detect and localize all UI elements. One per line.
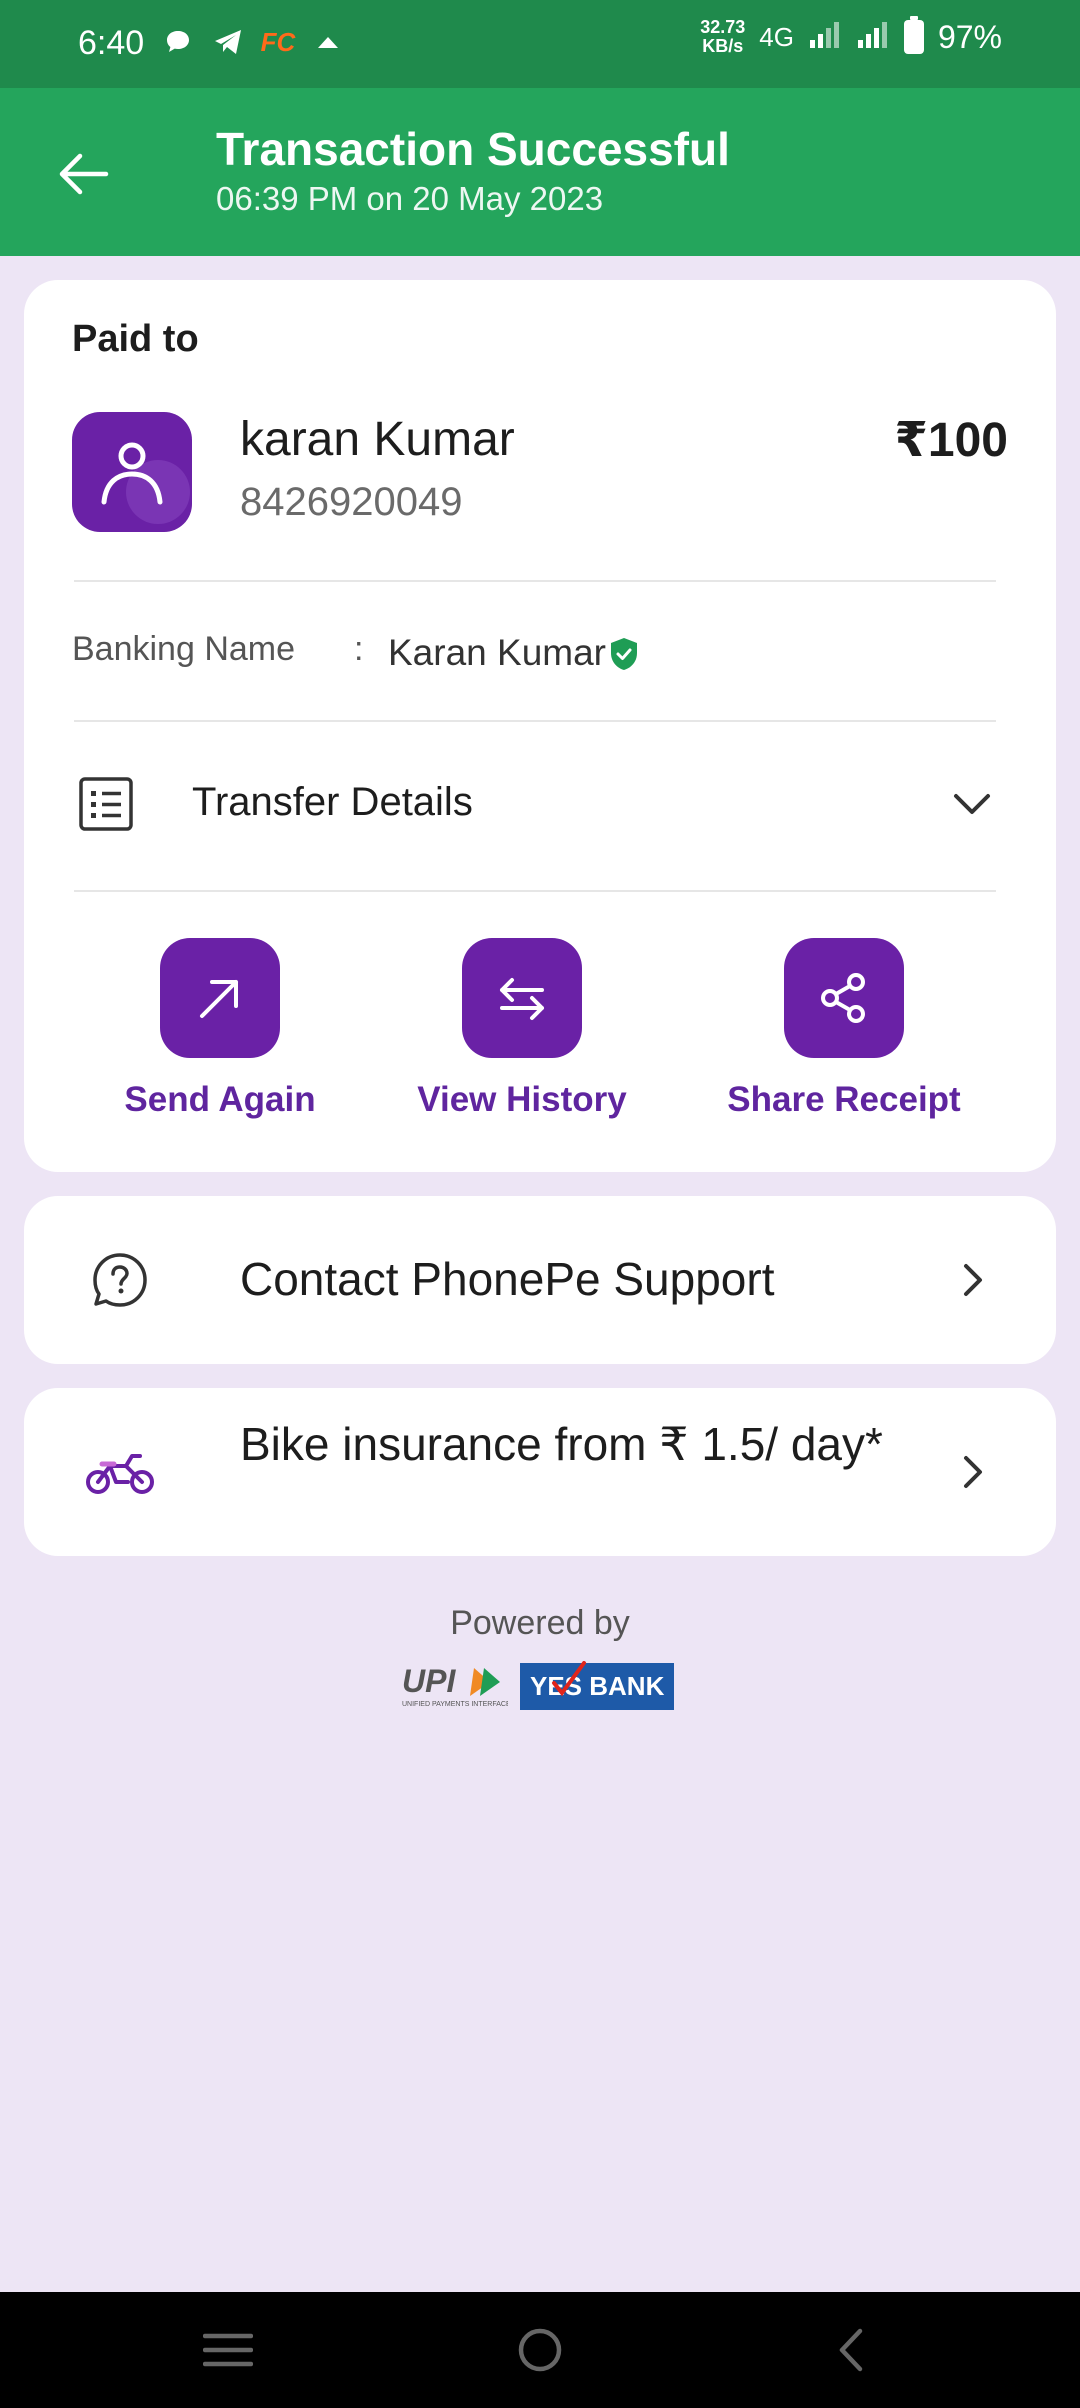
payment-amount: ₹100: [894, 414, 1008, 467]
swap-arrows-icon: [500, 978, 544, 1020]
recents-menu-icon[interactable]: [198, 2322, 258, 2378]
divider: [74, 720, 996, 722]
partner-logos: UPI UNIFIED PAYMENTS INTERFACE YES BANK: [400, 1660, 675, 1710]
powered-by-label: Powered by: [450, 1604, 630, 1642]
banking-name-colon: :: [354, 630, 364, 668]
help-circle-icon: [90, 1250, 150, 1310]
nav-back-icon[interactable]: [820, 2322, 880, 2378]
payee-avatar: [72, 412, 192, 532]
app-header: Transaction Successful 06:39 PM on 20 Ma…: [0, 88, 1080, 256]
notification-icons: FC: [162, 26, 344, 58]
transfer-details-toggle[interactable]: Transfer Details: [192, 780, 473, 825]
bike-icon: [82, 1442, 158, 1502]
view-history-button[interactable]: View History: [392, 938, 652, 1120]
payee-name: karan Kumar: [240, 413, 515, 466]
send-again-icon-button[interactable]: [160, 938, 280, 1058]
upload-arrow-icon: [312, 26, 344, 58]
system-nav-bar: [0, 2292, 1080, 2408]
verified-shield-icon: [608, 636, 640, 672]
contact-support-row[interactable]: Contact PhonePe Support: [24, 1196, 1056, 1364]
svg-text:UPI: UPI: [402, 1663, 456, 1699]
signal-icon: [808, 20, 842, 55]
payee-phone: 8426920049: [240, 480, 463, 524]
view-history-icon-button[interactable]: [462, 938, 582, 1058]
svg-text:UNIFIED PAYMENTS INTERFACE: UNIFIED PAYMENTS INTERFACE: [402, 1701, 508, 1708]
status-bar: 6:40 FC 32.73 KB/s 4G 97%: [0, 0, 1080, 88]
signal-icon: [856, 20, 890, 55]
telegram-icon: [212, 26, 244, 58]
send-again-button[interactable]: Send Again: [90, 938, 350, 1120]
network-type: 4G: [759, 21, 794, 52]
paid-to-label: Paid to: [72, 318, 199, 360]
upi-logo: UPI UNIFIED PAYMENTS INTERFACE: [400, 1662, 511, 1710]
payment-details-card: Paid to karan Kumar 8426920049 ₹100 Bank…: [24, 280, 1056, 1172]
divider: [74, 580, 996, 582]
receipt-list-icon: [76, 774, 136, 834]
user-icon: [101, 442, 190, 524]
battery-icon: [903, 16, 924, 54]
view-history-label: View History: [417, 1080, 627, 1119]
contact-support-label: Contact PhonePe Support: [240, 1253, 775, 1305]
status-time: 6:40: [78, 24, 145, 62]
share-receipt-icon-button[interactable]: [784, 938, 904, 1058]
divider: [74, 890, 996, 892]
share-receipt-label: Share Receipt: [727, 1080, 961, 1119]
net-speed: 32.73 KB/s: [700, 17, 746, 56]
check-mark-icon: [552, 1660, 586, 1696]
send-again-label: Send Again: [124, 1080, 316, 1119]
transaction-time: 06:39 PM on 20 May 2023: [216, 180, 604, 217]
yes-bank-logo: YES BANK: [520, 1660, 675, 1710]
chat-bubble-icon: [162, 26, 194, 58]
banking-name-label: Banking Name: [72, 630, 296, 668]
chevron-right-icon: [950, 1450, 994, 1494]
banking-name-value: Karan Kumar: [388, 632, 606, 673]
share-receipt-button[interactable]: Share Receipt: [714, 938, 974, 1120]
chevron-down-icon[interactable]: [948, 780, 996, 828]
freecharge-icon: FC: [260, 26, 296, 57]
battery-percent: 97%: [937, 18, 1002, 55]
share-icon: [821, 973, 865, 1023]
page-title: Transaction Successful: [216, 123, 730, 175]
home-circle-icon[interactable]: [510, 2322, 570, 2378]
chevron-right-icon: [950, 1258, 994, 1302]
bike-insurance-label: Bike insurance from ₹ 1.5/ day*: [240, 1418, 883, 1470]
back-arrow-icon[interactable]: [52, 142, 116, 206]
arrow-up-right-icon: [200, 980, 238, 1018]
bike-insurance-row[interactable]: Bike insurance from ₹ 1.5/ day*: [24, 1388, 1056, 1556]
status-right: 32.73 KB/s 4G 97%: [700, 16, 1002, 56]
